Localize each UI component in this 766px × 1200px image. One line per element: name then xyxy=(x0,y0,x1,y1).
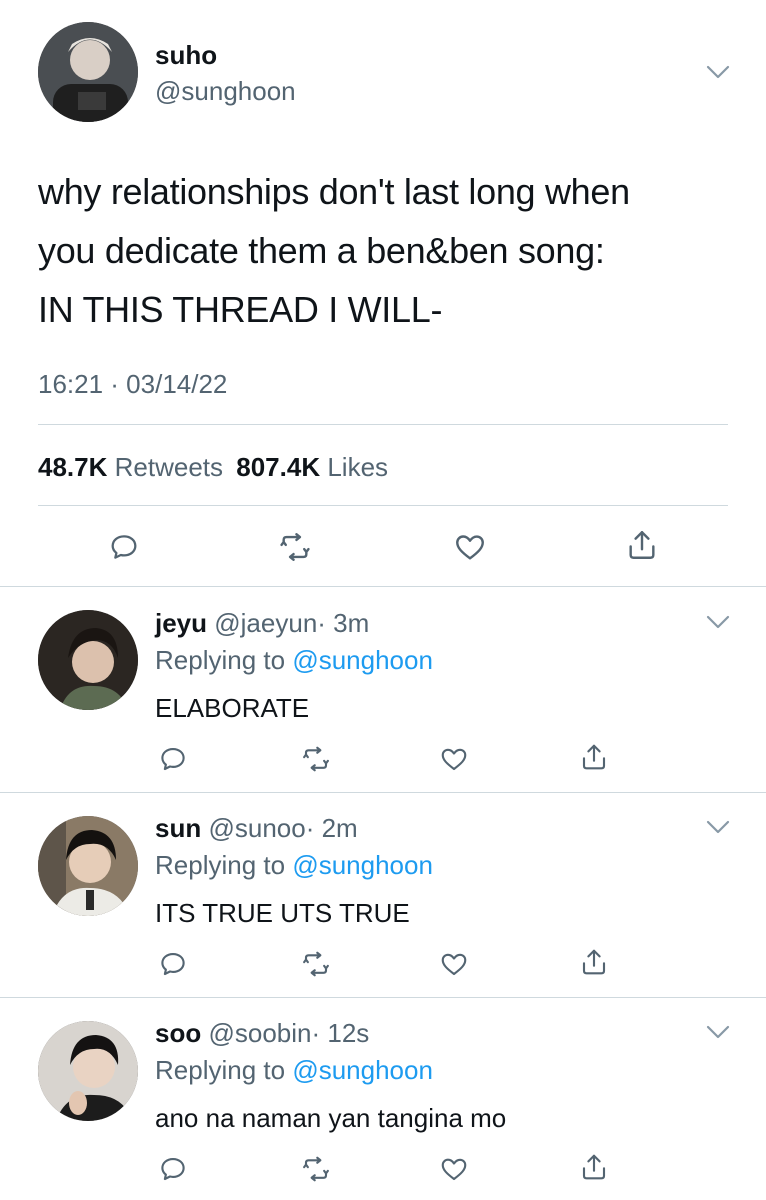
reply-icon xyxy=(161,1157,185,1181)
like-button[interactable] xyxy=(438,743,470,775)
likes-count[interactable]: 807.4K xyxy=(236,452,320,482)
share-icon xyxy=(582,1154,606,1180)
engagement-stats: 48.7K Retweets 807.4K Likes xyxy=(38,452,388,483)
avatar-soo[interactable] xyxy=(38,1021,138,1121)
handle[interactable]: @sunoo xyxy=(208,813,305,843)
divider xyxy=(38,424,728,425)
tweet-text: why relationships don't last long when y… xyxy=(38,162,630,339)
tweet-text-line: IN THIS THREAD I WILL- xyxy=(38,289,443,330)
display-name[interactable]: suho xyxy=(155,40,217,71)
like-icon xyxy=(456,535,484,560)
replying-to-label: Replying to xyxy=(155,850,286,880)
retweet-button[interactable] xyxy=(300,948,332,980)
display-name[interactable]: soo xyxy=(155,1018,201,1048)
retweet-icon xyxy=(303,1156,329,1182)
avatar-sun[interactable] xyxy=(38,816,138,916)
share-icon xyxy=(582,744,606,770)
avatar-jeyu[interactable] xyxy=(38,610,138,710)
retweet-icon xyxy=(303,951,329,977)
like-button[interactable] xyxy=(438,1153,470,1185)
display-name[interactable]: sun xyxy=(155,813,201,843)
chevron-down-icon[interactable] xyxy=(705,614,731,630)
reply-time[interactable]: · 12s xyxy=(311,1018,369,1048)
share-button[interactable] xyxy=(622,525,662,565)
like-icon xyxy=(441,953,467,976)
replying-to: Replying to @sunghoon xyxy=(155,645,433,676)
share-icon xyxy=(582,949,606,975)
retweet-icon xyxy=(280,533,310,561)
reply-button[interactable] xyxy=(104,527,144,567)
like-icon xyxy=(441,1158,467,1181)
reply-time[interactable]: · 3m xyxy=(317,608,369,638)
share-icon xyxy=(629,531,655,559)
reply-header: jeyu @jaeyun· 3m xyxy=(155,608,369,639)
reply-text: ELABORATE xyxy=(155,693,310,723)
like-button[interactable] xyxy=(438,948,470,980)
retweets-label[interactable]: Retweets xyxy=(115,452,223,482)
handle[interactable]: @soobin xyxy=(208,1018,311,1048)
replying-to: Replying to @sunghoon xyxy=(155,850,433,881)
tweet-text-line: you dedicate them a ben&ben song: xyxy=(38,230,605,271)
reply-icon xyxy=(161,747,185,771)
reply-button[interactable] xyxy=(157,743,189,775)
like-icon xyxy=(441,748,467,771)
chevron-down-icon[interactable] xyxy=(705,819,731,835)
timestamp[interactable]: 16:21 · 03/14/22 xyxy=(38,369,227,400)
reply-icon xyxy=(111,535,137,559)
divider xyxy=(38,505,728,506)
reply-icon xyxy=(161,952,185,976)
retweets-count[interactable]: 48.7K xyxy=(38,452,107,482)
share-button[interactable] xyxy=(578,946,610,978)
reply-text: ITS TRUE UTS TRUE xyxy=(155,898,410,928)
avatar-suho[interactable] xyxy=(38,22,138,122)
chevron-down-icon[interactable] xyxy=(705,64,731,80)
retweet-button[interactable] xyxy=(300,743,332,775)
reply-time[interactable]: · 2m xyxy=(306,813,358,843)
handle[interactable]: @jaeyun xyxy=(214,608,317,638)
reply-header: soo @soobin· 12s xyxy=(155,1018,369,1049)
tweet-text-line: why relationships don't last long when xyxy=(38,171,630,212)
replying-to-link[interactable]: @sunghoon xyxy=(292,850,433,880)
replying-to-label: Replying to xyxy=(155,1055,286,1085)
divider xyxy=(0,997,766,998)
chevron-down-icon[interactable] xyxy=(705,1024,731,1040)
likes-label[interactable]: Likes xyxy=(327,452,388,482)
replying-to-label: Replying to xyxy=(155,645,286,675)
share-button[interactable] xyxy=(578,741,610,773)
reply-header: sun @sunoo· 2m xyxy=(155,813,358,844)
retweet-icon xyxy=(303,746,329,772)
share-button[interactable] xyxy=(578,1151,610,1183)
handle[interactable]: @sunghoon xyxy=(155,76,296,107)
display-name[interactable]: jeyu xyxy=(155,608,207,638)
replying-to-link[interactable]: @sunghoon xyxy=(292,1055,433,1085)
retweet-button[interactable] xyxy=(300,1153,332,1185)
divider xyxy=(0,792,766,793)
reply-text: ano na naman yan tangina mo xyxy=(155,1103,507,1133)
replying-to-link[interactable]: @sunghoon xyxy=(292,645,433,675)
retweet-button[interactable] xyxy=(275,527,315,567)
replying-to: Replying to @sunghoon xyxy=(155,1055,433,1086)
divider xyxy=(0,586,766,587)
reply-button[interactable] xyxy=(157,1153,189,1185)
like-button[interactable] xyxy=(450,527,490,567)
reply-button[interactable] xyxy=(157,948,189,980)
